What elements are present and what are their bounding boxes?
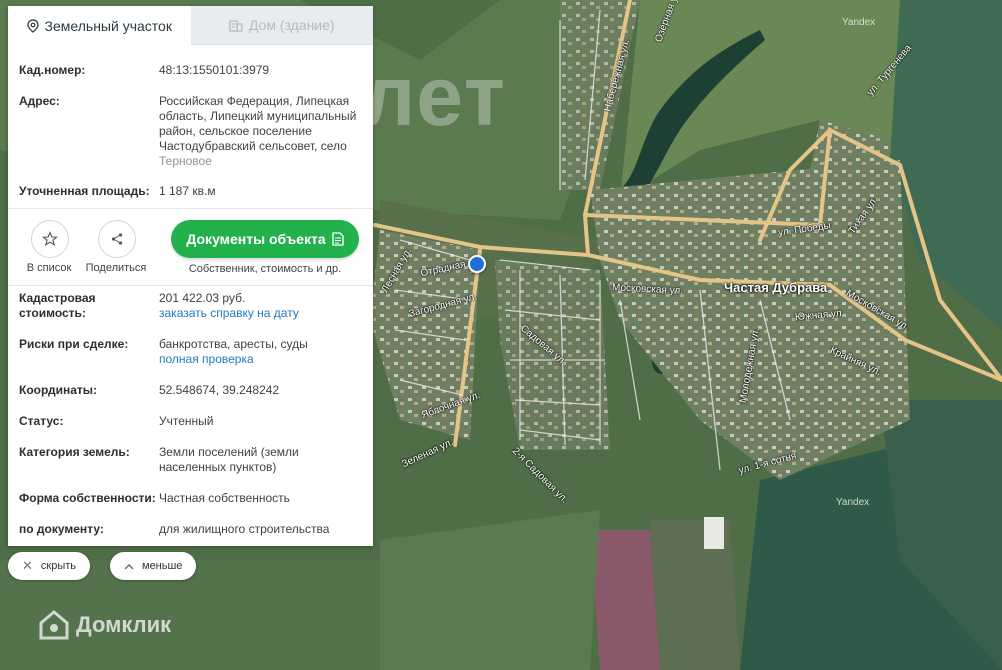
- address-extra: Терновое: [159, 154, 212, 168]
- favorite-label: В список: [26, 262, 72, 274]
- field-label: Риски при сделке:: [19, 337, 129, 351]
- risks-row: Риски при сделке: банкротства, аресты, с…: [8, 337, 319, 367]
- location-marker-icon[interactable]: [468, 255, 486, 273]
- field-label: по документу:: [19, 522, 104, 536]
- status-value: Учтенный: [159, 414, 214, 428]
- close-icon: ✕: [22, 558, 33, 573]
- document-icon: [331, 232, 344, 246]
- full-check-link[interactable]: полная проверка: [159, 352, 254, 366]
- watermark-text: лет: [362, 49, 508, 143]
- yandex-label: Yandex: [842, 17, 876, 28]
- field-label: Статус:: [19, 414, 64, 428]
- village-label: Частая Дубрава: [724, 280, 828, 295]
- less-label: меньше: [142, 560, 183, 572]
- tab-building[interactable]: Дом (здание): [190, 6, 373, 45]
- cad-cost-row: Кадастровая стоимость: 201 422.03 руб. з…: [8, 291, 310, 321]
- brand-name: Домклик: [76, 612, 172, 637]
- favorite-button[interactable]: [31, 220, 69, 258]
- share-icon: [111, 233, 123, 245]
- tab-label: Дом (здание): [248, 17, 335, 33]
- field-label: Кадастровая стоимость:: [19, 291, 96, 320]
- cadastral-number-row: Кад.номер: 48:13:1550101:3979: [8, 63, 280, 78]
- documents-subtitle: Собственник, стоимость и др.: [188, 263, 342, 275]
- house-logo-icon: [39, 610, 69, 640]
- field-label: Координаты:: [19, 383, 98, 397]
- star-icon: [42, 231, 58, 247]
- field-label: Категория земель:: [19, 445, 130, 459]
- risks-value: банкротства, аресты, суды полная проверк…: [159, 337, 308, 367]
- location-pin-icon: [26, 18, 39, 33]
- share-label: Поделиться: [85, 262, 147, 274]
- cad-cost-amount: 201 422.03 руб.: [159, 291, 246, 305]
- property-info-panel: Земельный участок Дом (здание) Кад.номер…: [8, 6, 373, 546]
- ownership-row: Форма собственности: Частная собственнос…: [8, 491, 301, 506]
- action-bar: В список Поделиться Документы объекта Со…: [8, 208, 373, 286]
- field-label: Кад.номер:: [19, 63, 86, 77]
- coords-row: Координаты: 52.548674, 39.248242: [8, 383, 290, 398]
- field-label: Адрес:: [19, 94, 60, 108]
- hide-button[interactable]: ✕ скрыть: [8, 552, 91, 580]
- documents-button-label: Документы объекта: [186, 231, 326, 247]
- by-document-value: для жилищного строительства: [159, 522, 330, 536]
- risks-text: банкротства, аресты, суды: [159, 337, 308, 351]
- field-label: Форма собственности:: [19, 491, 156, 505]
- hide-label: скрыть: [40, 560, 77, 572]
- field-label: Уточненная площадь:: [19, 184, 150, 198]
- chevron-up-icon: [124, 563, 134, 569]
- cadastral-number-link[interactable]: 48:13:1550101:3979: [159, 63, 269, 78]
- area-value: 1 187 кв.м: [159, 184, 216, 198]
- area-row: Уточненная площадь: 1 187 кв.м: [8, 184, 227, 199]
- status-row: Статус: Учтенный: [8, 414, 225, 429]
- order-certificate-link[interactable]: заказать справку на дату: [159, 306, 299, 320]
- by-document-row: по документу: для жилищного строительств…: [8, 522, 340, 537]
- documents-button[interactable]: Документы объекта: [171, 220, 359, 258]
- category-row: Категория земель: Земли поселений (земли…: [8, 445, 330, 475]
- address-value: Российская Федерация, Липецкая область, …: [159, 94, 359, 169]
- tab-label: Земельный участок: [44, 17, 172, 34]
- yandex-label: Yandex: [836, 497, 870, 508]
- ownership-value: Частная собственность: [159, 491, 290, 505]
- cad-cost-value: 201 422.03 руб. заказать справку на дату: [159, 291, 299, 321]
- address-text: Российская Федерация, Липецкая область, …: [159, 94, 357, 153]
- address-row: Адрес: Российская Федерация, Липецкая об…: [8, 94, 373, 169]
- tab-bar: Земельный участок Дом (здание): [8, 6, 373, 45]
- category-value: Земли поселений (земли населенных пункто…: [159, 445, 299, 474]
- building-icon: [229, 19, 243, 32]
- share-button[interactable]: [98, 220, 136, 258]
- domclick-logo: Домклик: [38, 609, 171, 641]
- tab-land-plot[interactable]: Земельный участок: [8, 6, 191, 45]
- coords-value: 52.548674, 39.248242: [159, 383, 280, 397]
- less-button[interactable]: меньше: [110, 552, 197, 580]
